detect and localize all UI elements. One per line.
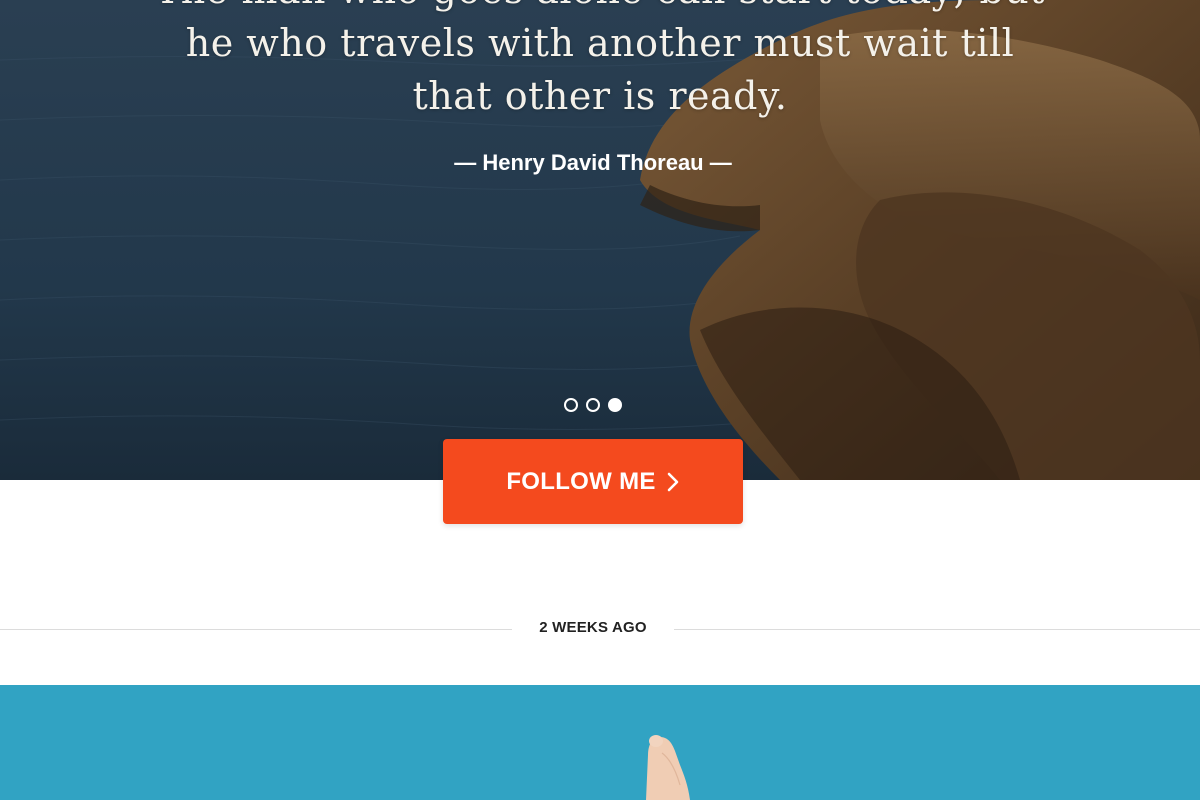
divider-line-right (674, 629, 1200, 630)
follow-me-button[interactable]: FOLLOW ME (443, 439, 743, 524)
slider-pagination (564, 398, 622, 412)
quote-line-1: The man who goes alone can start today; … (150, 0, 1050, 17)
post-image-art (0, 685, 1200, 800)
follow-me-label: FOLLOW ME (506, 467, 656, 495)
post-featured-image[interactable] (0, 685, 1200, 800)
slider-dot-2[interactable] (586, 398, 600, 412)
hero-slider: The man who goes alone can start today; … (0, 0, 1200, 480)
hero-quote: The man who goes alone can start today; … (150, 0, 1050, 123)
chevron-right-icon (666, 471, 680, 493)
quote-attribution: — Henry David Thoreau — (454, 150, 732, 175)
slider-dot-1[interactable] (564, 398, 578, 412)
post-date-divider: 2 WEEKS AGO (0, 616, 1200, 642)
quote-line-3: that other is ready. (412, 74, 788, 118)
post-date-label: 2 WEEKS AGO (539, 619, 647, 636)
quote-line-2: he who travels with another must wait ti… (185, 21, 1015, 65)
divider-line-left (0, 629, 512, 630)
slider-dot-3-active[interactable] (608, 398, 622, 412)
